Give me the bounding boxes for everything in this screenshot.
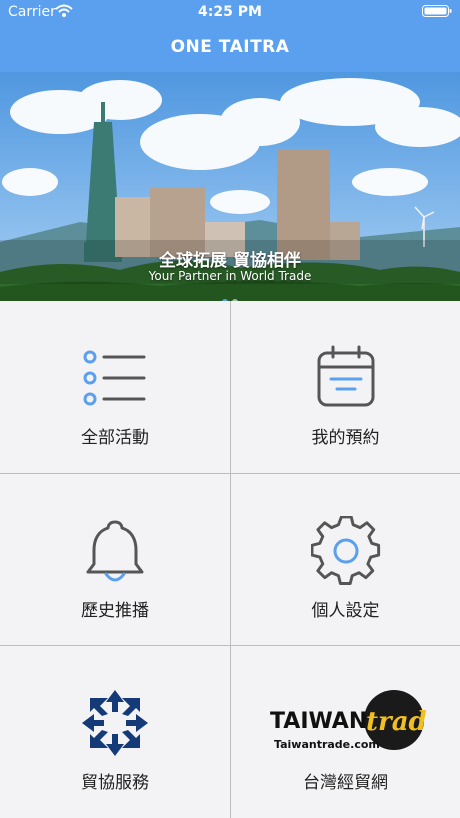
menu-label: 全部活動: [81, 428, 149, 448]
banner-carousel[interactable]: 全球拓展 貿協相伴 Your Partner in World Trade: [0, 72, 460, 301]
banner-subline: Your Partner in World Trade: [148, 269, 312, 283]
menu-grid: 全部活動 我的預約 歷史推播 個人設定 貿協服務 TAIWAN trad Tai…: [0, 301, 460, 818]
calendar-icon: [231, 343, 460, 413]
bell-icon: [0, 516, 230, 586]
menu-label: 台灣經貿網: [303, 773, 388, 793]
menu-all-activities[interactable]: 全部活動: [0, 301, 230, 473]
menu-label: 我的預約: [311, 428, 380, 448]
taiwantrade-logo-icon: TAIWAN trade Taiwantrade.com: [231, 688, 460, 758]
menu-label: 歷史推播: [81, 601, 149, 621]
clock: 4:25 PM: [198, 4, 262, 20]
menu-taiwantrade[interactable]: TAIWAN trade Taiwantrade.com 台灣經貿網: [231, 646, 460, 818]
menu-history-push[interactable]: 歷史推播: [0, 474, 230, 645]
banner-headline: 全球拓展 貿協相伴: [159, 251, 301, 271]
menu-label: 個人設定: [311, 601, 380, 621]
battery-icon: [422, 5, 452, 17]
svg-text:trade: trade: [366, 707, 426, 737]
menu-label: 貿協服務: [81, 773, 149, 793]
grid-divider: [230, 301, 231, 818]
menu-personal-settings[interactable]: 個人設定: [231, 474, 460, 645]
page-indicator[interactable]: [0, 290, 460, 301]
list-icon: [0, 343, 230, 413]
grid-divider: [0, 473, 460, 474]
gear-icon: [231, 516, 460, 586]
svg-text:TAIWAN: TAIWAN: [270, 709, 367, 734]
taitra-logo-icon: [0, 688, 230, 758]
nav-bar: ONE TAITRA: [0, 24, 460, 72]
grid-divider: [0, 645, 460, 646]
svg-text:Taiwantrade.com: Taiwantrade.com: [274, 738, 380, 751]
menu-taitra-services[interactable]: 貿協服務: [0, 646, 230, 818]
menu-my-bookings[interactable]: 我的預約: [231, 301, 460, 473]
status-bar: Carrier 4:25 PM: [0, 0, 460, 24]
nav-title: ONE TAITRA: [170, 37, 290, 57]
